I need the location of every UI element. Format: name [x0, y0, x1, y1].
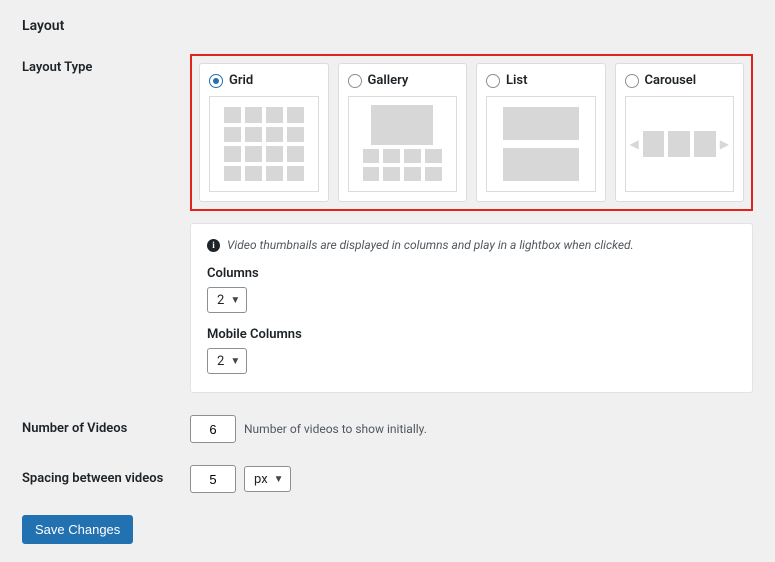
select-spacing-unit-value: px: [254, 472, 268, 487]
layout-option-grid[interactable]: Grid: [199, 63, 329, 202]
layout-preview-carousel: ◀ ▶: [625, 96, 735, 192]
select-mobile-columns-value: 2: [217, 354, 224, 369]
chevron-down-icon: ▼: [274, 474, 284, 485]
layout-preview-list: [486, 96, 596, 192]
radio-carousel[interactable]: [625, 74, 639, 88]
layout-option-label: Grid: [229, 73, 253, 88]
info-icon: i: [207, 239, 220, 252]
input-spacing[interactable]: [190, 465, 236, 493]
select-spacing-unit[interactable]: px ▼: [244, 466, 291, 492]
radio-grid[interactable]: [209, 74, 223, 88]
label-number-of-videos: Number of Videos: [22, 415, 190, 436]
layout-option-label: List: [506, 73, 527, 88]
layout-option-label: Gallery: [368, 73, 409, 88]
layout-option-gallery[interactable]: Gallery: [338, 63, 468, 202]
select-columns[interactable]: 2 ▼: [207, 287, 247, 313]
input-number-of-videos[interactable]: [190, 415, 236, 443]
help-number-of-videos: Number of videos to show initially.: [244, 422, 427, 436]
label-layout-type: Layout Type: [22, 54, 190, 75]
save-changes-button[interactable]: Save Changes: [22, 515, 133, 544]
label-columns: Columns: [207, 266, 736, 281]
radio-list[interactable]: [486, 74, 500, 88]
radio-gallery[interactable]: [348, 74, 362, 88]
select-columns-value: 2: [217, 293, 224, 308]
label-mobile-columns: Mobile Columns: [207, 327, 736, 342]
layout-card-group: Grid Gallery: [190, 54, 753, 211]
layout-preview-gallery: [348, 96, 458, 192]
select-mobile-columns[interactable]: 2 ▼: [207, 348, 247, 374]
row-spacing: Spacing between videos px ▼: [22, 465, 753, 493]
chevron-right-icon: ▶: [720, 137, 729, 151]
layout-preview-grid: [209, 96, 319, 192]
chevron-down-icon: ▼: [230, 356, 240, 367]
section-heading-layout: Layout: [22, 18, 753, 34]
row-layout-type: Layout Type Grid Gallery: [22, 54, 753, 393]
layout-option-carousel[interactable]: Carousel ◀ ▶: [615, 63, 745, 202]
layout-option-list[interactable]: List: [476, 63, 606, 202]
layout-option-label: Carousel: [645, 73, 697, 88]
label-spacing: Spacing between videos: [22, 465, 190, 486]
row-number-of-videos: Number of Videos Number of videos to sho…: [22, 415, 753, 443]
chevron-left-icon: ◀: [630, 137, 639, 151]
chevron-down-icon: ▼: [230, 295, 240, 306]
layout-helper-text: Video thumbnails are displayed in column…: [227, 238, 634, 252]
layout-helper-panel: i Video thumbnails are displayed in colu…: [190, 223, 753, 393]
